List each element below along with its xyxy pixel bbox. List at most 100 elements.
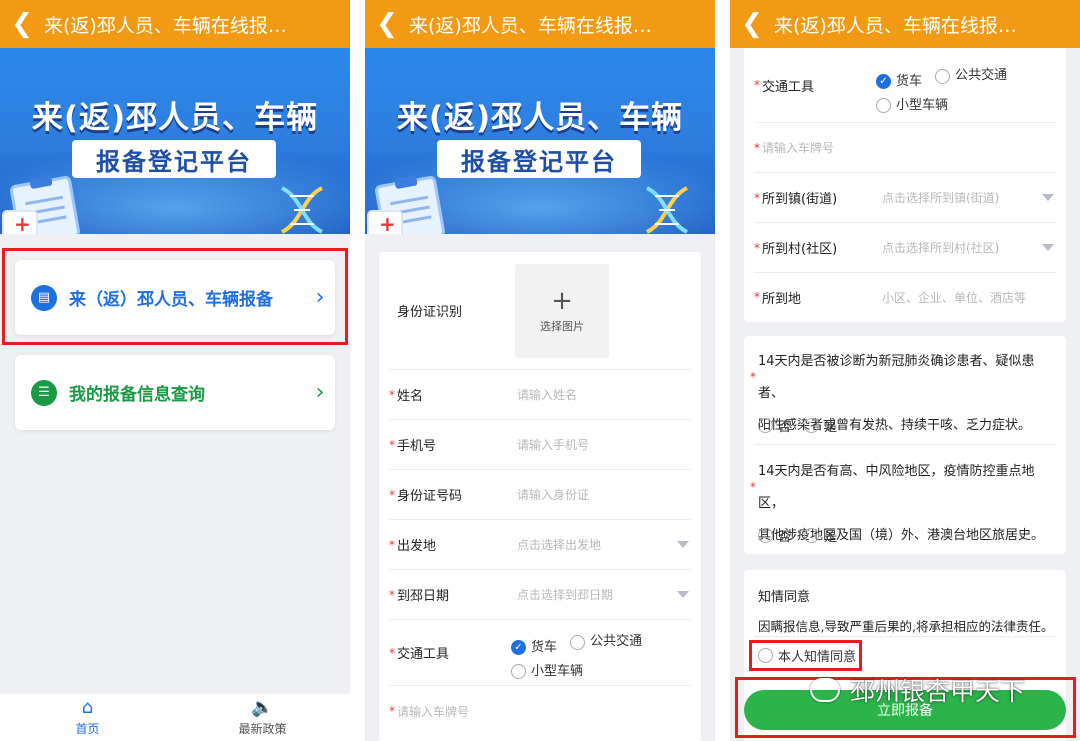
consent-text: 因瞒报信息,导致严重后果的,将承担相应的法律责任。 [758, 619, 1054, 634]
registration-form: 身份证识别 + 选择图片 * 姓名 请输入姓名 * 手机号 请输入手机号 * 身份证号… [379, 252, 701, 741]
app-header: ❮ 来(返)邳人员、车辆在线报… [0, 0, 350, 48]
phone-label: 手机号 [397, 439, 437, 454]
speaker-icon: 🔈 [251, 697, 274, 718]
consent-title: 知情同意 [758, 590, 811, 605]
tab-policy-label: 最新政策 [238, 722, 287, 736]
app-header: ❮ 来(返)邳人员、车辆在线报… [730, 0, 1080, 48]
radio-small-vehicle[interactable]: 小型车辆 [511, 660, 583, 684]
app-header: ❮ 来(返)邳人员、车辆在线报… [365, 0, 715, 48]
chevron-left-icon[interactable]: ❮ [730, 0, 774, 48]
phone-input[interactable]: 请输入手机号 [517, 436, 691, 453]
dna-icon [280, 186, 324, 234]
form-screen-top: ❮ 来(返)邳人员、车辆在线报… 来(返)邳人员、车辆 报备登记平台 + 身份证… [365, 0, 715, 741]
town-select[interactable]: 点击选择所到镇(街道) [882, 189, 1042, 206]
transport-field: * 交通工具 ✓ 货车 公共交通 小型车辆 [754, 48, 1056, 123]
tab-bar: ⌂ 首页 🔈 最新政策 [0, 694, 350, 741]
upload-label: 选择图片 [540, 320, 584, 333]
id-number-label: 身份证号码 [397, 489, 463, 504]
radio-public-transport[interactable]: 公共交通 [935, 64, 1007, 88]
dropdown-triangle-icon [677, 591, 689, 598]
chevron-right-icon: › [315, 285, 325, 310]
plate-field[interactable]: * 请输入车牌号 [389, 686, 691, 736]
consent-checkbox[interactable]: 本人知情同意 [758, 646, 864, 667]
home-screen: ❮ 来(返)邳人员、车辆在线报… 来(返)邳人员、车辆 报备登记平台 + ▤ 来… [0, 0, 350, 741]
banner-subtitle: 报备登记平台 [461, 147, 617, 176]
transport-label: 交通工具 [762, 79, 815, 95]
tab-home[interactable]: ⌂ 首页 [0, 694, 175, 741]
health-questions: 14天内是否被诊断为新冠肺炎确诊患者、疑似患者、 阳性感染者或曾有发热、持续干咳… [744, 336, 1066, 554]
q2-options: 否 是 [758, 526, 845, 547]
watermark: 邳州银杏甲天下 [810, 672, 1025, 708]
village-field[interactable]: * 所到村(社区) 点击选择所到村(社区) [754, 223, 1056, 273]
plate-input[interactable]: 请输入车牌号 [762, 139, 1056, 156]
tab-home-label: 首页 [75, 722, 100, 736]
q1-radio-yes[interactable]: 是 [804, 416, 837, 435]
check-icon: ✓ [876, 74, 891, 89]
banner-title: 来(返)邳人员、车辆 [31, 100, 319, 136]
list-icon: ☰ [31, 379, 57, 406]
query-entry-label: 我的报备信息查询 [69, 385, 205, 405]
arrival-date-field[interactable]: * 到邳日期 点击选择到邳日期 [389, 570, 691, 620]
medical-kit-icon: + [367, 210, 403, 234]
page-title: 来(返)邳人员、车辆在线报… [774, 14, 1017, 37]
report-entry-label: 来（返）邳人员、车辆报备 [69, 290, 273, 310]
radio-public-transport[interactable]: 公共交通 [570, 630, 642, 654]
name-field[interactable]: * 姓名 请输入姓名 [389, 370, 691, 420]
page-title: 来(返)邳人员、车辆在线报… [44, 14, 287, 37]
q2-radio-yes[interactable]: 是 [804, 526, 837, 545]
town-field[interactable]: * 所到镇(街道) 点击选择所到镇(街道) [754, 173, 1056, 223]
check-icon: ✓ [511, 640, 526, 655]
plus-icon: + [551, 286, 573, 316]
chevron-left-icon[interactable]: ❮ [365, 0, 409, 48]
banner-subtitle-box: 报备登记平台 [437, 140, 641, 178]
banner-subtitle: 报备登记平台 [96, 147, 252, 176]
chevron-right-icon: › [315, 380, 325, 405]
transport-field: * 交通工具 ✓ 货车 公共交通 小型车辆 [389, 620, 691, 686]
name-input[interactable]: 请输入姓名 [517, 386, 691, 403]
origin-field[interactable]: * 出发地 点击选择出发地 [389, 520, 691, 570]
query-entry-card[interactable]: ☰ 我的报备信息查询 › [15, 355, 335, 430]
dropdown-triangle-icon [1042, 194, 1054, 201]
document-icon: ▤ [31, 284, 57, 311]
chevron-left-icon[interactable]: ❮ [0, 0, 44, 48]
wechat-icon [810, 678, 840, 702]
origin-label: 出发地 [397, 539, 437, 554]
town-label: 所到镇(街道) [762, 192, 838, 207]
dna-icon [645, 186, 689, 234]
page-title: 来(返)邳人员、车辆在线报… [409, 14, 652, 37]
banner-subtitle-box: 报备登记平台 [72, 140, 276, 178]
plate-input[interactable]: 请输入车牌号 [397, 703, 691, 720]
village-select[interactable]: 点击选择所到村(社区) [882, 239, 1042, 256]
arrival-date-select[interactable]: 点击选择到邳日期 [517, 586, 677, 603]
origin-select[interactable]: 点击选择出发地 [517, 536, 677, 553]
destination-field[interactable]: * 所到地 小区、企业、单位、酒店等 [754, 273, 1056, 321]
banner: 来(返)邳人员、车辆 报备登记平台 + [365, 48, 715, 234]
plate-field[interactable]: * 请输入车牌号 [754, 123, 1056, 173]
dropdown-triangle-icon [1042, 244, 1054, 251]
dropdown-triangle-icon [677, 541, 689, 548]
report-entry-card[interactable]: ▤ 来（返）邳人员、车辆报备 › [15, 260, 335, 335]
q2-radio-no[interactable]: 否 [758, 526, 791, 545]
radio-small-vehicle[interactable]: 小型车辆 [876, 94, 948, 118]
destination-label: 所到地 [762, 291, 802, 307]
q1-radio-no[interactable]: 否 [758, 416, 791, 435]
q1-options: 否 是 [758, 416, 845, 437]
tab-policy[interactable]: 🔈 最新政策 [175, 694, 350, 741]
id-photo-uploader[interactable]: + 选择图片 [515, 264, 609, 358]
radio-truck[interactable]: ✓ 货车 [876, 70, 922, 94]
phone-field[interactable]: * 手机号 请输入手机号 [389, 420, 691, 470]
id-number-input[interactable]: 请输入身份证 [517, 486, 691, 503]
village-label: 所到村(社区) [762, 242, 838, 257]
transport-label: 交通工具 [397, 647, 450, 662]
radio-truck[interactable]: ✓ 货车 [511, 636, 557, 660]
arrival-date-label: 到邳日期 [397, 589, 450, 604]
id-number-field[interactable]: * 身份证号码 请输入身份证 [389, 470, 691, 520]
destination-section: * 交通工具 ✓ 货车 公共交通 小型车辆 * 请输入车牌号 * 所到镇(街道) 点击… [744, 48, 1066, 322]
medical-kit-icon: + [2, 210, 38, 234]
banner: 来(返)邳人员、车辆 报备登记平台 + [0, 48, 350, 234]
banner-title: 来(返)邳人员、车辆 [396, 100, 684, 136]
form-screen-bottom: ❮ 来(返)邳人员、车辆在线报… * 交通工具 ✓ 货车 公共交通 小型车辆 * 请… [730, 0, 1080, 741]
id-recognition-label: 身份证识别 [397, 305, 463, 320]
name-label: 姓名 [397, 389, 424, 404]
destination-input[interactable]: 小区、企业、单位、酒店等 [882, 289, 1056, 306]
